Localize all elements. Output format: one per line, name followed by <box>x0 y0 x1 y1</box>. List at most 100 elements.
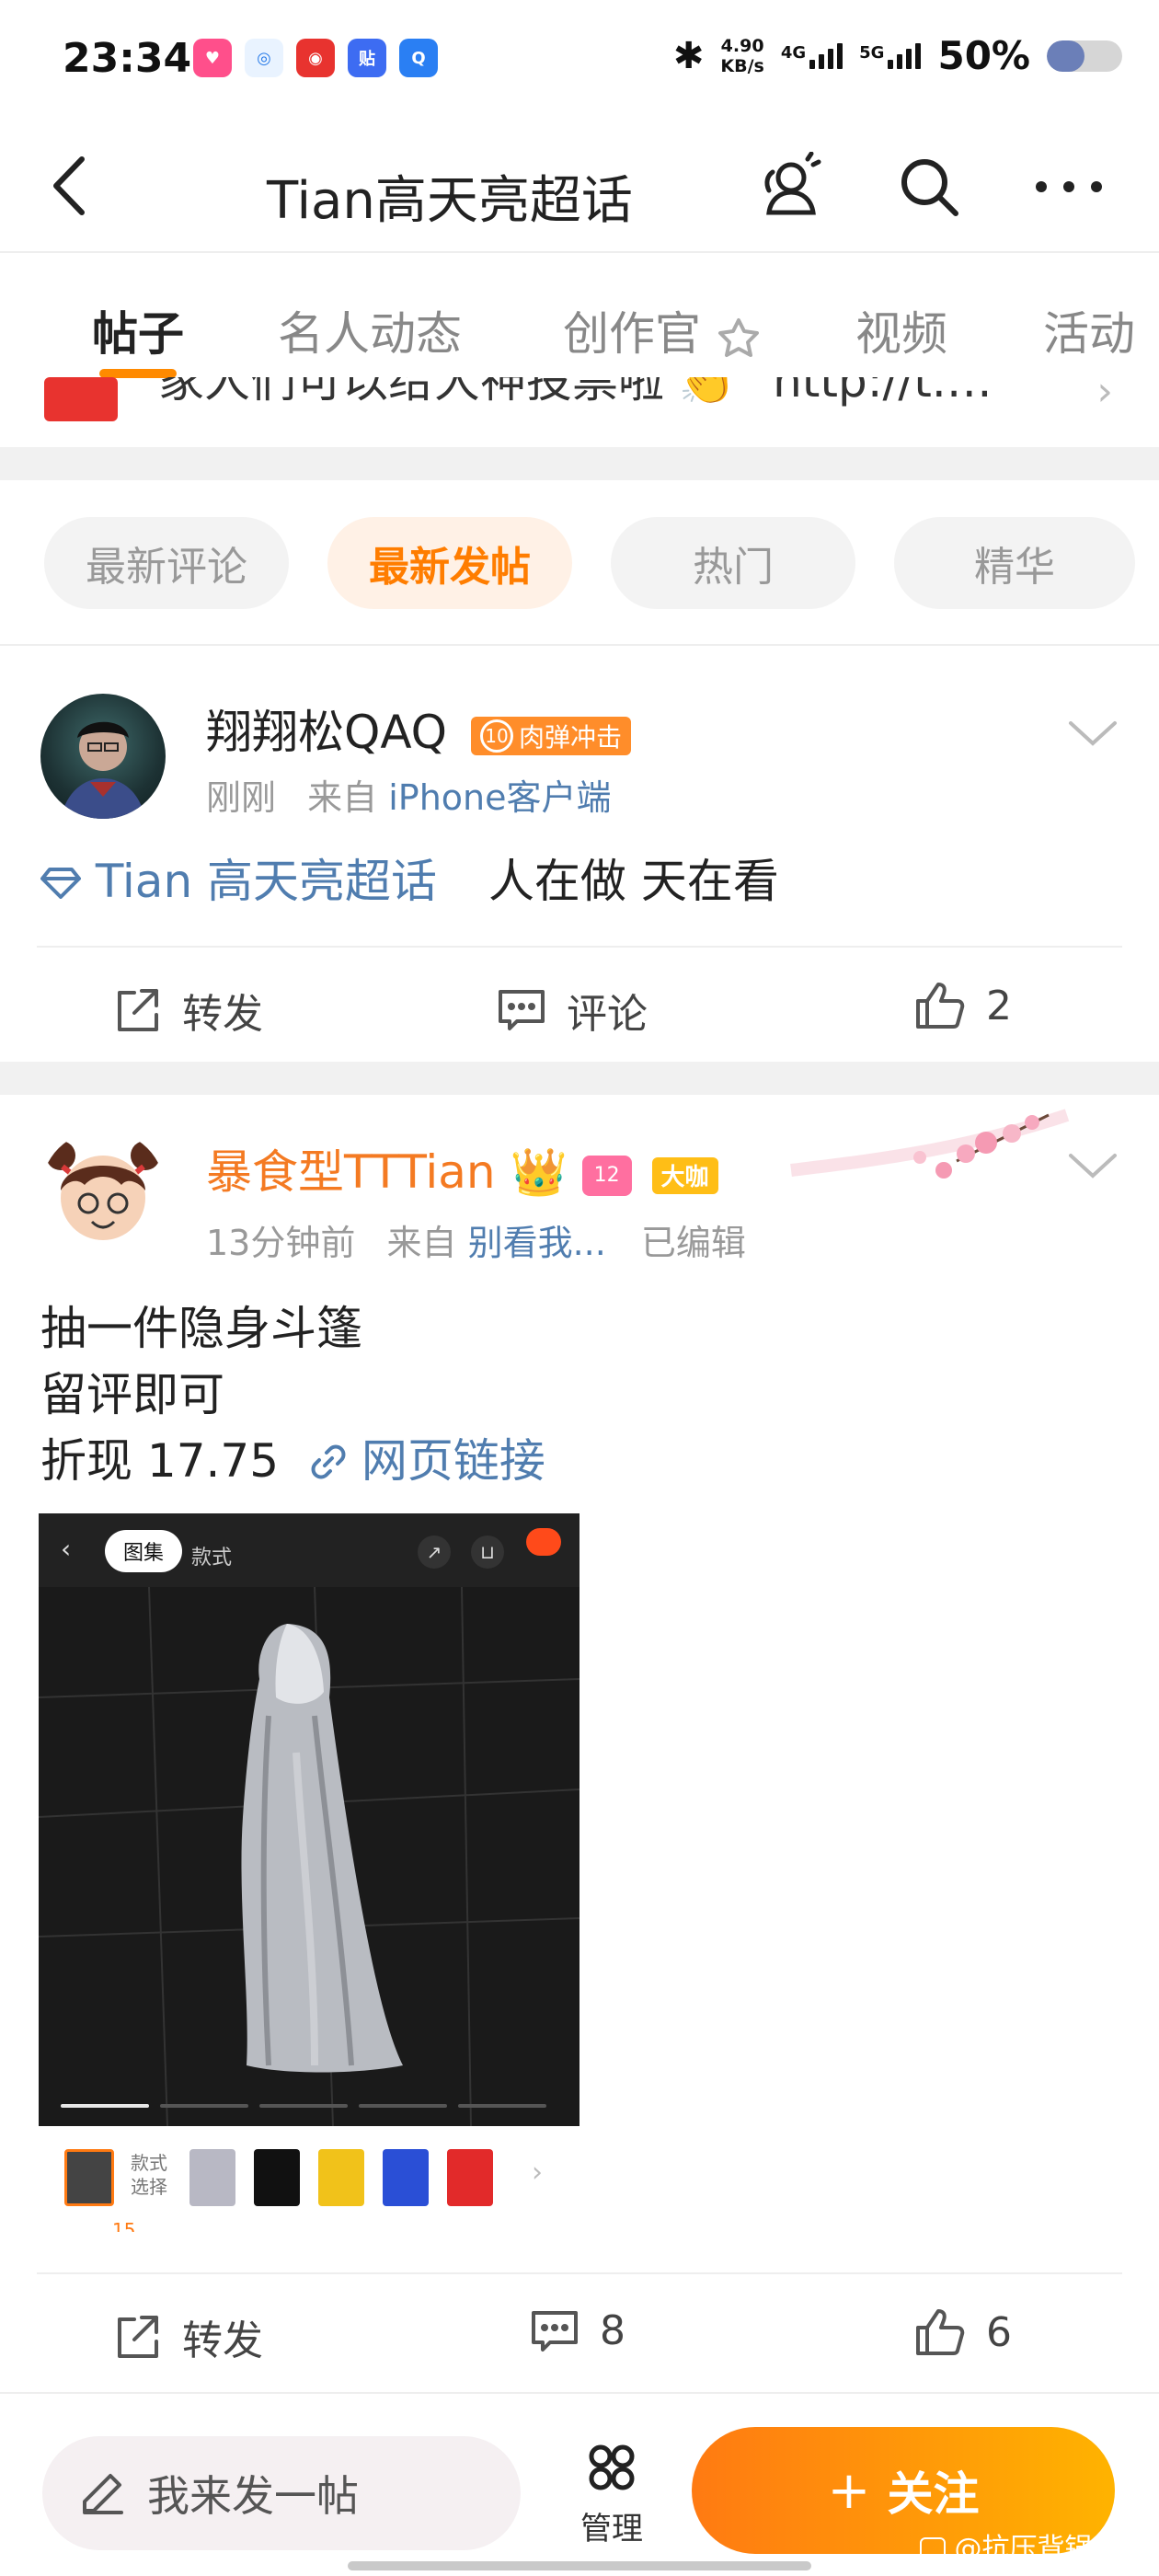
status-indicators: ✱ 4.90 KB/s 4G 5G 50% <box>673 33 1122 78</box>
post-card[interactable]: 翔翔松QAQ 10 肉弹冲击 刚刚 来自 iPhone客户端 Tian 高天亮超… <box>0 648 1159 1058</box>
repost-button[interactable]: 转发 <box>114 981 263 1040</box>
pinned-badge <box>44 377 118 421</box>
manage-button[interactable]: 管理 <box>570 2440 653 2548</box>
username[interactable]: 暴食型TTTian 👑 12 大咖 <box>206 1135 718 1202</box>
cherry-blossom-decoration <box>773 1106 1076 1207</box>
tab-creator[interactable]: 创作官 <box>563 297 762 363</box>
link-icon <box>311 1444 346 1479</box>
like-button[interactable]: 2 <box>914 981 1012 1030</box>
section-divider <box>0 1062 1159 1095</box>
style-thumb-silver[interactable] <box>64 2149 114 2206</box>
post-content: Tian 高天亮超话 人在做 天在看 <box>40 848 779 914</box>
plus-icon: + <box>827 2460 871 2521</box>
bluetooth-icon: ✱ <box>672 34 705 77</box>
tieba-icon: 贴 <box>348 39 386 77</box>
signal-bars-icon <box>888 42 922 69</box>
level-ring-icon: 10 <box>479 719 513 753</box>
image-toolbar: ‹ 图集 款式 ↗ ⊔ <box>39 1513 580 1587</box>
chevron-down-icon[interactable] <box>1065 1148 1120 1185</box>
thumbs-up-icon <box>916 2309 965 2355</box>
notification-dot-icon <box>526 1528 561 1556</box>
post-meta: 13分钟前 来自 别看我... 已编辑 <box>206 1223 746 1263</box>
post-content: 抽一件隐身斗篷 留评即可 折现 17.75 网页链接 <box>40 1302 545 1488</box>
filter-featured[interactable]: 精华 <box>894 517 1135 609</box>
weibo-lite-icon: ♥ <box>193 39 232 77</box>
crown-icon: 👑 <box>510 1145 568 1199</box>
tab-posts[interactable]: 帖子 <box>92 297 184 363</box>
style-select-label: 款式 选择 <box>131 2152 167 2198</box>
diamond-icon <box>40 868 81 899</box>
status-bar: 23:34 ♥ ◎ ◉ 贴 Q ✱ 4.90 KB/s 4G 5G 50% <box>0 0 1159 124</box>
battery-level <box>1047 40 1084 72</box>
repost-icon <box>118 2316 158 2358</box>
back-icon: ‹ <box>61 1534 72 1564</box>
chevron-right-icon: › <box>532 2156 543 2189</box>
repost-icon <box>118 989 158 1031</box>
style-thumb-blue[interactable] <box>383 2149 429 2206</box>
post-meta: 刚刚 来自 iPhone客户端 <box>206 777 612 818</box>
filter-hot[interactable]: 热门 <box>611 517 855 609</box>
compose-post-button[interactable]: 我来发一帖 <box>42 2436 521 2550</box>
post-image[interactable]: ‹ 图集 款式 ↗ ⊔ <box>39 1513 580 2126</box>
thumbs-up-icon <box>916 983 965 1029</box>
username[interactable]: 翔翔松QAQ 10 肉弹冲击 <box>206 696 631 762</box>
status-time: 23:34 <box>63 35 192 82</box>
fan-level-badge: 10 肉弹冲击 <box>470 716 631 755</box>
netease-music-icon: ◉ <box>296 39 335 77</box>
web-link[interactable]: 网页链接 <box>310 1434 545 1488</box>
back-icon[interactable] <box>37 154 101 218</box>
home-indicator[interactable] <box>348 2561 811 2570</box>
pinned-text: 家人们可以给大神投票啦 👏 http://t.… <box>158 377 993 410</box>
post-actions: 转发 评论 2 <box>37 946 1122 1065</box>
style-thumbnails: 款式 选择 › 15 <box>39 2134 554 2236</box>
page-title: Tian高天亮超话 <box>267 171 633 231</box>
creator-badge-icon <box>717 317 759 357</box>
pinned-post[interactable]: 家人们可以给大神投票啦 👏 http://t.… › <box>0 377 1159 442</box>
vip-badge: 大咖 <box>651 1156 718 1194</box>
battery-percent: 50% <box>937 33 1030 78</box>
tab-celebrity[interactable]: 名人动态 <box>278 297 462 363</box>
filter-latest-comment[interactable]: 最新评论 <box>44 517 289 609</box>
share-icon: ↗ <box>418 1535 451 1569</box>
topic-tabs: 帖子 名人动态 创作官 视频 活动 <box>0 253 1159 378</box>
chevron-down-icon[interactable] <box>1065 716 1120 753</box>
comment-button[interactable]: 评论 <box>497 981 648 1040</box>
signal-5g: 5G <box>859 42 922 69</box>
tab-events[interactable]: 活动 <box>1043 297 1135 363</box>
browser-icon: ◎ <box>245 39 283 77</box>
manage-icon <box>589 2444 635 2490</box>
section-divider <box>0 447 1159 480</box>
style-thumb-red[interactable] <box>447 2149 493 2206</box>
filter-latest-post[interactable]: 最新发帖 <box>327 517 572 609</box>
comment-icon <box>499 990 545 1030</box>
cart-icon: ⊔ <box>471 1535 504 1569</box>
tab-video[interactable]: 视频 <box>855 297 947 363</box>
avatar[interactable] <box>40 1130 166 1255</box>
level-diamond-icon: 12 <box>581 1155 632 1196</box>
repost-button[interactable]: 转发 <box>114 2307 263 2366</box>
avatar[interactable] <box>40 694 166 819</box>
people-icon[interactable] <box>754 152 824 222</box>
style-thumb-black[interactable] <box>254 2149 300 2206</box>
post-actions: 转发 8 6 <box>37 2272 1122 2392</box>
more-icon[interactable] <box>1034 152 1104 222</box>
notification-app-icons: ♥ ◎ ◉ 贴 Q <box>193 39 438 77</box>
tieba-icon <box>920 2536 946 2563</box>
pencil-icon <box>83 2474 123 2514</box>
network-speed: 4.90 KB/s <box>720 35 764 76</box>
chevron-right-icon: › <box>1096 377 1113 415</box>
watermark: @抗压背锅 <box>920 2525 1093 2566</box>
quark-icon: Q <box>399 39 438 77</box>
like-button[interactable]: 6 <box>914 2307 1012 2357</box>
battery-icon <box>1047 40 1122 72</box>
signal-bars-icon <box>809 42 843 69</box>
comment-button[interactable]: 8 <box>530 2307 625 2354</box>
search-icon[interactable] <box>894 152 964 222</box>
sort-filters: 最新评论 最新发帖 热门 精华 <box>0 480 1159 646</box>
style-thumb-yellow[interactable] <box>318 2149 364 2206</box>
signal-4g: 4G <box>781 42 843 69</box>
style-thumb-grey[interactable] <box>189 2149 235 2206</box>
supertopic-link[interactable]: Tian 高天亮超话 <box>40 855 452 908</box>
comment-icon <box>532 2310 578 2352</box>
title-bar: Tian高天亮超话 <box>0 124 1159 253</box>
